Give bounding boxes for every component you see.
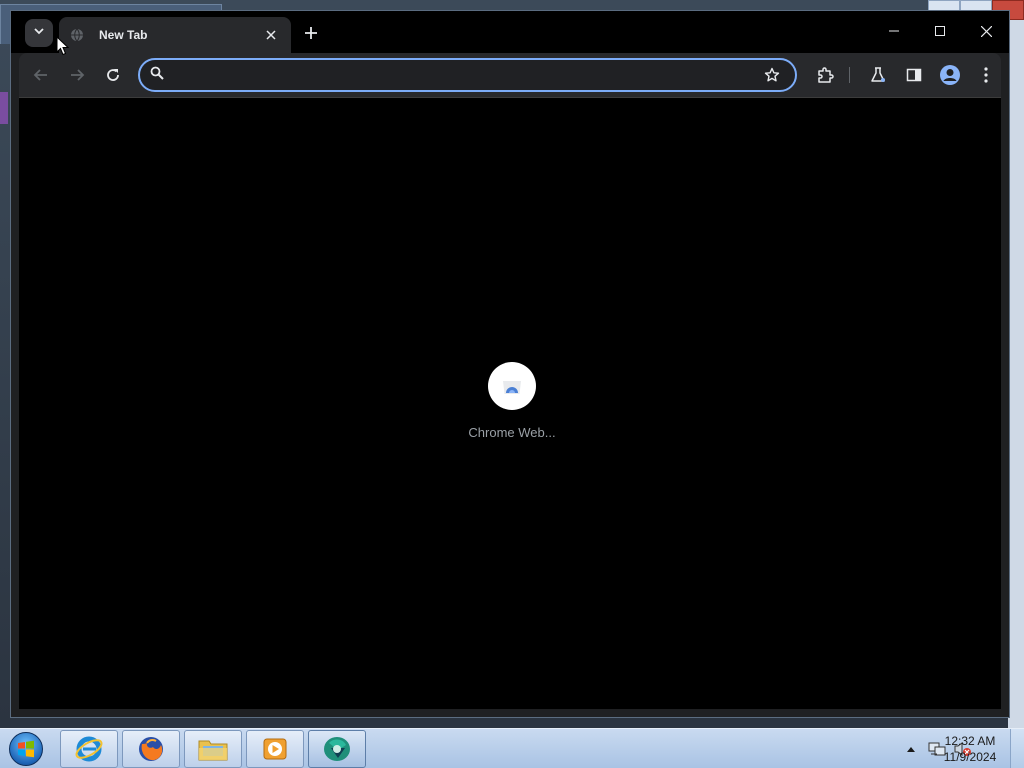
star-icon [764, 67, 780, 82]
reload-button[interactable] [99, 61, 127, 89]
back-button[interactable] [27, 61, 55, 89]
shortcut-label: Chrome Web... [468, 425, 556, 440]
mouse-cursor-icon [56, 36, 70, 56]
tab-search-button[interactable] [25, 19, 53, 47]
profile-button[interactable] [936, 61, 964, 89]
new-tab-button[interactable] [297, 21, 325, 45]
minimize-icon [889, 30, 899, 32]
title-bar[interactable]: New Tab [11, 11, 1009, 53]
show-hidden-icons-button[interactable] [902, 740, 920, 758]
taskbar: 12:32 AM 11/9/2024 [0, 728, 1024, 768]
maximize-button[interactable] [917, 11, 963, 51]
background-window-frame[interactable] [1008, 0, 1024, 728]
minimize-button[interactable] [871, 11, 917, 51]
clock[interactable]: 12:32 AM 11/9/2024 [940, 733, 1000, 765]
globe-icon [69, 27, 85, 43]
chevron-down-icon [33, 24, 45, 42]
tab-title: New Tab [99, 28, 148, 42]
flask-icon [871, 67, 885, 82]
side-panel-icon [906, 68, 922, 82]
taskbar-chrome[interactable] [308, 730, 366, 768]
toolbar [19, 53, 1001, 97]
media-player-icon [263, 738, 287, 760]
puzzle-icon [818, 67, 834, 83]
reload-icon [107, 69, 119, 81]
clock-time: 12:32 AM [944, 734, 996, 748]
bookmark-button[interactable] [759, 62, 785, 88]
windows-logo-icon [9, 732, 43, 766]
profile-icon [940, 65, 960, 85]
forward-button[interactable] [63, 61, 91, 89]
background-window-edge [0, 92, 8, 124]
chrome-web-store-icon [503, 381, 521, 394]
toolbar-divider [849, 67, 850, 83]
chevron-up-icon [907, 747, 915, 752]
firefox-icon [139, 737, 163, 761]
clock-date: 11/9/2024 [943, 750, 997, 764]
taskbar-media-player[interactable] [246, 730, 304, 768]
arrow-left-icon [33, 69, 47, 81]
close-icon [980, 25, 992, 37]
close-icon [266, 30, 276, 40]
chrome-icon [324, 737, 350, 761]
page-content: Chrome Web... [19, 97, 1001, 709]
arrow-right-icon [71, 69, 85, 81]
address-input[interactable] [174, 67, 759, 83]
window-controls [871, 11, 1009, 51]
address-bar[interactable] [138, 58, 797, 92]
tab-close-button[interactable] [261, 25, 281, 45]
folder-icon [198, 740, 228, 761]
start-button[interactable] [4, 730, 48, 768]
maximize-icon [935, 26, 945, 36]
chrome-window: New Tab Chrome Web... [10, 10, 1010, 718]
internet-explorer-icon [75, 736, 103, 762]
taskbar-internet-explorer[interactable] [60, 730, 118, 768]
kebab-menu-icon [984, 67, 988, 83]
menu-button[interactable] [972, 61, 1000, 89]
taskbar-firefox[interactable] [122, 730, 180, 768]
shortcut-tile[interactable] [488, 362, 536, 410]
tab-new-tab[interactable]: New Tab [59, 17, 291, 53]
close-window-button[interactable] [963, 11, 1009, 51]
plus-icon [305, 27, 317, 39]
labs-button[interactable] [864, 61, 892, 89]
taskbar-windows-explorer[interactable] [184, 730, 242, 768]
search-icon [150, 66, 164, 85]
side-panel-button[interactable] [900, 61, 928, 89]
show-desktop-button[interactable] [1010, 729, 1024, 768]
extensions-button[interactable] [811, 61, 839, 89]
